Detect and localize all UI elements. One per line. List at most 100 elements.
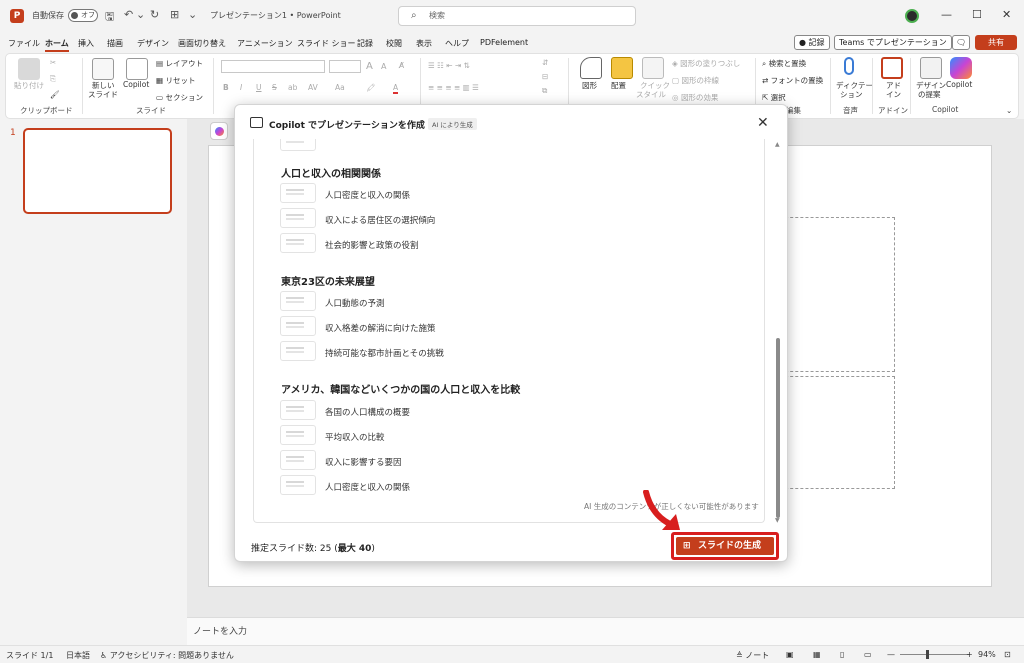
microphone-icon[interactable] <box>844 57 854 75</box>
tab-pdfelement[interactable]: PDFelement <box>480 38 528 47</box>
zoom-out-icon[interactable]: — <box>887 650 895 659</box>
highlight-icon[interactable]: 🖍 <box>366 83 376 92</box>
bullets-icon[interactable]: ☰ ☷ ⇤ ⇥ ⇅ <box>428 61 470 70</box>
zoom-slider-thumb[interactable] <box>926 650 929 659</box>
replace-font-button[interactable]: ⇄ フォントの置換 <box>762 75 823 86</box>
tab-animations[interactable]: アニメーション <box>237 38 293 49</box>
undo-icon[interactable]: ↶ <box>124 8 133 21</box>
slide-sorter-icon[interactable]: ▦ <box>813 650 821 659</box>
grow-font-button[interactable]: A <box>366 61 373 72</box>
slideshow-icon[interactable]: ▭ <box>864 650 872 659</box>
reading-view-icon[interactable]: ▯ <box>840 650 844 659</box>
tab-home[interactable]: ホーム <box>45 38 69 52</box>
copilot-slide-icon[interactable] <box>126 58 148 80</box>
addins-icon[interactable] <box>881 57 903 79</box>
teams-present-button[interactable]: Teams でプレゼンテーション <box>834 35 952 50</box>
copilot-canvas-button[interactable] <box>210 122 228 140</box>
shadow-button[interactable]: ab <box>288 83 297 92</box>
strike-button[interactable]: S <box>272 83 277 92</box>
new-slide-icon[interactable] <box>92 58 114 80</box>
accessibility-status[interactable]: ♿ アクセシビリティ: 問題ありません <box>100 650 234 661</box>
shape-effect-button[interactable]: ◎ 図形の効果 <box>672 92 718 103</box>
tab-record[interactable]: 記録 <box>357 38 373 49</box>
designer-icon[interactable] <box>920 57 942 79</box>
section-button[interactable]: ▭ セクション <box>156 92 203 103</box>
list-item[interactable]: 人口密度と収入の関係 <box>325 189 410 201</box>
normal-view-icon[interactable]: ▣ <box>786 650 794 659</box>
title-placeholder[interactable] <box>780 217 895 372</box>
list-item[interactable]: 持続可能な都市計画とその挑戦 <box>325 347 444 359</box>
list-item[interactable]: 収入による居住区の選択傾向 <box>325 214 435 226</box>
text-direction-icon[interactable]: ⇵ <box>542 58 548 67</box>
list-item[interactable]: 人口密度と収入の関係 <box>325 481 410 493</box>
arrange-icon[interactable] <box>611 57 633 79</box>
tab-slideshow[interactable]: スライド ショー <box>297 38 356 49</box>
ribbon-collapse-icon[interactable]: ⌄ <box>1006 106 1012 115</box>
layout-button[interactable]: ▤ レイアウト <box>156 58 203 69</box>
close-window-button[interactable]: ✕ <box>1002 8 1011 21</box>
search-box[interactable]: ⌕ 検索 <box>398 6 636 26</box>
list-item[interactable]: 各国の人口構成の概要 <box>325 406 410 418</box>
format-painter-icon[interactable]: 🖌 <box>50 90 60 99</box>
zoom-level[interactable]: 94% <box>978 650 996 659</box>
cut-icon[interactable]: ✂ <box>50 58 56 67</box>
font-family-select[interactable] <box>221 60 325 73</box>
autosave-toggle[interactable]: オフ <box>68 9 98 22</box>
tab-file[interactable]: ファイル <box>8 38 40 49</box>
scroll-down-icon[interactable]: ▼ <box>775 517 780 524</box>
tab-help[interactable]: ヘルプ <box>445 38 469 49</box>
present-icon[interactable]: ⊞ <box>170 8 179 21</box>
comments-icon[interactable]: 🗨 <box>952 35 971 50</box>
zoom-in-icon[interactable]: + <box>966 650 973 659</box>
char-spacing-button[interactable]: AV <box>308 83 318 92</box>
fit-slide-icon[interactable]: ⊡ <box>1004 650 1011 659</box>
quick-style-icon[interactable] <box>642 57 664 79</box>
tab-insert[interactable]: 挿入 <box>78 38 94 49</box>
shrink-font-button[interactable]: A <box>381 62 386 71</box>
save-icon[interactable]: 🖫 <box>105 8 114 27</box>
align-icons[interactable]: ≡ ≡ ≡ ≡ ▥ ☰ <box>428 83 479 92</box>
bold-button[interactable]: B <box>223 83 229 92</box>
customize-qat-icon[interactable]: ⌄ <box>188 8 197 21</box>
find-replace-button[interactable]: ⌕ 検索と置換 <box>762 58 806 69</box>
shapes-icon[interactable] <box>580 57 602 79</box>
align-text-icon[interactable]: ⊟ <box>542 72 548 81</box>
tab-review[interactable]: 校閲 <box>386 38 402 49</box>
maximize-button[interactable]: ☐ <box>972 8 982 21</box>
clear-format-icon[interactable]: A̸ <box>399 61 404 70</box>
font-size-select[interactable] <box>329 60 361 73</box>
language[interactable]: 日本語 <box>66 650 90 661</box>
minimize-button[interactable]: — <box>941 8 952 21</box>
close-icon[interactable]: ✕ <box>757 115 769 131</box>
outline-list[interactable]: 人口と収入の相関関係 人口密度と収入の関係 収入による居住区の選択傾向 社会的影… <box>253 139 765 523</box>
slide-thumbnail[interactable] <box>23 128 172 214</box>
list-item[interactable]: 人口動態の予測 <box>325 297 385 309</box>
redo-icon[interactable]: ↻ <box>150 8 159 21</box>
list-item[interactable]: 収入に影響する要因 <box>325 456 402 468</box>
tab-transitions[interactable]: 画面切り替え <box>178 38 226 49</box>
scrollbar-thumb[interactable] <box>776 338 780 518</box>
notes-pane[interactable] <box>187 617 1024 645</box>
shape-outline-button[interactable]: ▢ 図形の枠線 <box>672 75 719 86</box>
font-color-button[interactable]: A <box>393 83 399 94</box>
reset-button[interactable]: ▦ リセット <box>156 75 195 86</box>
paste-icon[interactable] <box>18 58 40 80</box>
change-case-button[interactable]: Aa <box>335 83 345 92</box>
copilot-icon[interactable] <box>950 57 972 79</box>
avatar[interactable] <box>905 9 919 23</box>
select-button[interactable]: ⇱ 選択 <box>762 92 786 103</box>
list-item[interactable]: 収入格差の解消に向けた施策 <box>325 322 436 334</box>
share-button[interactable]: 共有 <box>975 35 1017 50</box>
record-button[interactable]: ● 記録 <box>794 35 830 50</box>
copy-icon[interactable]: ⎘ <box>50 74 56 84</box>
tab-design[interactable]: デザイン <box>137 38 169 49</box>
scroll-up-icon[interactable]: ▲ <box>775 141 780 148</box>
notes-toggle[interactable]: ≜ ノート <box>736 650 769 661</box>
tab-view[interactable]: 表示 <box>416 38 432 49</box>
list-item[interactable]: 社会的影響と政策の役割 <box>325 239 419 251</box>
smartart-icon[interactable]: ⧉ <box>542 86 547 96</box>
list-item[interactable]: 平均収入の比較 <box>325 431 385 443</box>
underline-button[interactable]: U <box>256 83 262 92</box>
italic-button[interactable]: I <box>240 83 242 92</box>
shape-fill-button[interactable]: ◈ 図形の塗りつぶし <box>672 58 740 69</box>
